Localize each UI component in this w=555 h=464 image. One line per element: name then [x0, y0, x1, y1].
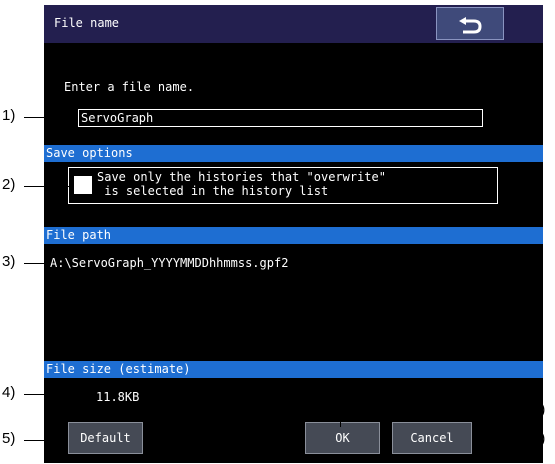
save-options-checkbox-frame: Save only the histories that "overwrite"…	[68, 167, 498, 204]
file-name-prompt: Enter a file name.	[64, 80, 195, 94]
callout-3: 3)	[2, 253, 16, 270]
dialog-title: File name	[54, 16, 120, 30]
callout-6: 6)	[532, 401, 546, 418]
callout-7: 7)	[532, 430, 546, 447]
default-button[interactable]: Default	[68, 422, 143, 454]
callout-5: 5)	[2, 430, 16, 447]
save-options-heading: Save options	[44, 145, 543, 162]
overwrite-only-checkbox[interactable]	[74, 176, 92, 194]
file-path-value: A:\ServoGraph_YYYYMMDDhhmmss.gpf2	[50, 256, 289, 270]
callout-2-line	[24, 186, 71, 187]
callout-5-line	[24, 440, 68, 441]
file-size-value: 11.8KB	[96, 390, 140, 404]
callout-6-line	[340, 411, 530, 412]
callout-7-line	[472, 440, 530, 441]
callout-1: 1)	[2, 107, 16, 124]
ok-button[interactable]: OK	[305, 422, 380, 454]
callout-2: 2)	[2, 176, 16, 193]
callout-4-line	[24, 394, 88, 395]
back-button[interactable]	[436, 7, 504, 40]
callout-6-leader	[340, 411, 341, 427]
callout-1-line	[24, 117, 78, 118]
file-size-heading: File size (estimate)	[44, 361, 543, 378]
dialog-screen: File name Enter a file name. ServoGraph …	[44, 5, 543, 463]
file-path-heading: File path	[44, 227, 543, 244]
return-arrow-icon	[459, 16, 482, 33]
callout-3-line	[24, 263, 50, 264]
title-bar: File name	[44, 5, 543, 43]
cancel-button[interactable]: Cancel	[392, 422, 472, 454]
callout-4: 4)	[2, 384, 16, 401]
overwrite-only-label: Save only the histories that "overwrite"…	[97, 170, 386, 198]
file-name-input[interactable]: ServoGraph	[78, 109, 483, 127]
